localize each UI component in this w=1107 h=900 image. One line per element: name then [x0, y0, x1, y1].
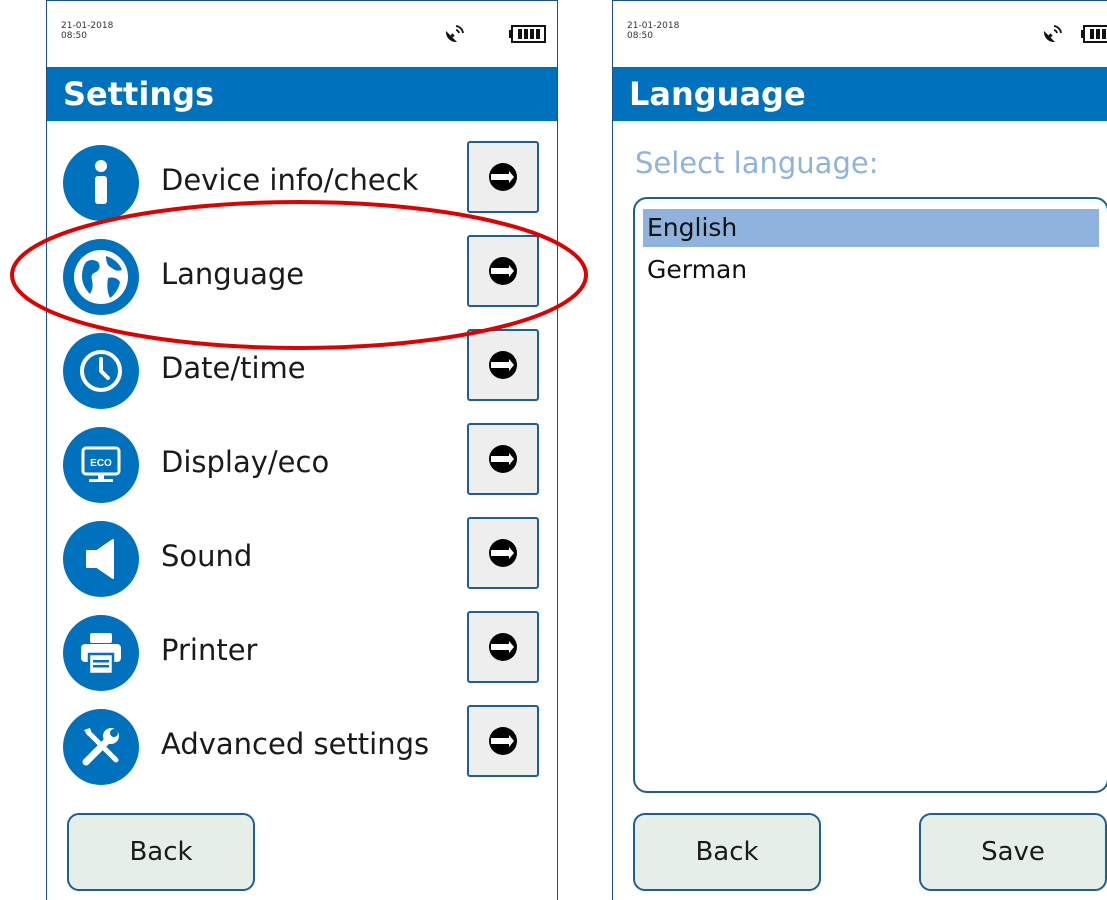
status-datetime: 21-01-2018 08:50 — [61, 21, 113, 41]
open-device-info-button[interactable] — [467, 141, 539, 213]
arrow-right-icon — [489, 351, 517, 379]
menu-item-display-eco[interactable]: ECO Display/eco — [47, 423, 557, 517]
status-date: 21-01-2018 — [627, 21, 680, 31]
menu-item-device-info[interactable]: Device info/check — [47, 141, 557, 235]
select-language-heading: Select language: — [635, 146, 879, 180]
info-icon — [63, 145, 139, 221]
menu-item-advanced-settings[interactable]: Advanced settings — [47, 705, 557, 799]
language-screen: 21-01-2018 08:50 Language Select languag… — [612, 0, 1107, 900]
open-sound-button[interactable] — [467, 517, 539, 589]
language-list[interactable]: English German — [633, 197, 1107, 793]
menu-item-sound[interactable]: Sound — [47, 517, 557, 611]
menu-item-label: Advanced settings — [161, 727, 430, 761]
battery-icon — [509, 25, 546, 43]
arrow-right-icon — [489, 539, 517, 567]
speaker-icon — [63, 521, 139, 597]
arrow-right-icon — [489, 163, 517, 191]
menu-item-label: Device info/check — [161, 163, 419, 197]
back-button[interactable]: Back — [633, 813, 821, 891]
menu-item-date-time[interactable]: Date/time — [47, 329, 557, 423]
open-printer-button[interactable] — [467, 611, 539, 683]
status-date: 21-01-2018 — [61, 21, 114, 31]
eco-monitor-icon: ECO — [63, 427, 139, 503]
menu-item-label: Display/eco — [161, 445, 330, 479]
menu-item-label: Sound — [161, 539, 253, 573]
open-date-time-button[interactable] — [467, 329, 539, 401]
menu-item-printer[interactable]: Printer — [47, 611, 557, 705]
tools-icon — [63, 709, 139, 785]
status-datetime: 21-01-2018 08:50 — [627, 21, 679, 41]
page-title: Language — [613, 67, 1107, 121]
status-time: 08:50 — [61, 31, 87, 41]
arrow-right-icon — [489, 257, 517, 285]
status-bar: 21-01-2018 08:50 — [613, 1, 1107, 61]
language-option-german[interactable]: German — [643, 251, 1099, 289]
open-display-eco-button[interactable] — [467, 423, 539, 495]
save-button[interactable]: Save — [919, 813, 1107, 891]
svg-text:ECO: ECO — [90, 458, 112, 469]
menu-item-label: Language — [161, 257, 305, 291]
settings-screen: 21-01-2018 08:50 Settings Device info/ch… — [46, 0, 558, 900]
open-advanced-settings-button[interactable] — [467, 705, 539, 777]
satellite-signal-icon — [1043, 25, 1062, 43]
menu-item-language[interactable]: Language — [47, 235, 557, 329]
language-option-english[interactable]: English — [643, 209, 1099, 247]
back-button[interactable]: Back — [67, 813, 255, 891]
open-language-button[interactable] — [467, 235, 539, 307]
battery-icon — [1081, 25, 1107, 43]
menu-item-label: Printer — [161, 633, 258, 667]
page-title: Settings — [47, 67, 557, 121]
arrow-right-icon — [489, 727, 517, 755]
status-bar: 21-01-2018 08:50 — [47, 1, 557, 61]
globe-icon — [63, 239, 139, 315]
menu-item-label: Date/time — [161, 351, 306, 385]
printer-icon — [63, 615, 139, 691]
arrow-right-icon — [489, 445, 517, 473]
satellite-signal-icon — [445, 25, 464, 43]
clock-icon — [63, 333, 139, 409]
arrow-right-icon — [489, 633, 517, 661]
status-time: 08:50 — [627, 31, 653, 41]
